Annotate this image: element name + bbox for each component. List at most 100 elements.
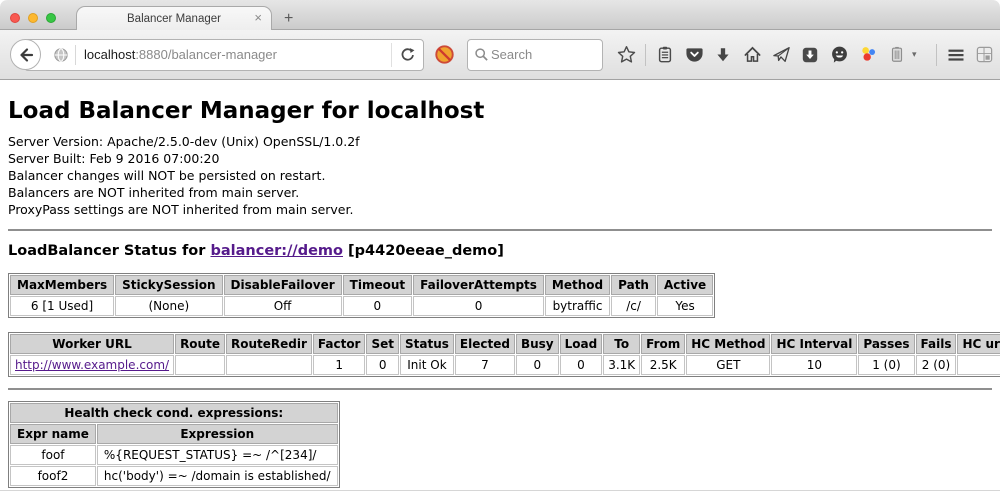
persist-notice-line: Balancer changes will NOT be persisted o…	[8, 167, 992, 184]
color-dots-addon-button[interactable]	[858, 45, 878, 65]
col-disablefailover: DisableFailover	[224, 275, 342, 295]
chat-smiley-icon	[830, 45, 849, 64]
status-heading-suffix: [p4420eeae_demo]	[348, 243, 504, 259]
col-stickysession: StickySession	[115, 275, 222, 295]
stickysession-value: (None)	[115, 296, 222, 316]
urlbar-separator	[75, 45, 76, 65]
busy-value: 0	[516, 355, 559, 375]
expr-name-value: foof2	[10, 466, 96, 486]
worker-url-link[interactable]: http://www.example.com/	[15, 358, 169, 372]
hc-interval-value: 10	[771, 355, 857, 375]
expression-value: %{REQUEST_STATUS} =~ /^[234]/	[97, 445, 338, 465]
status-heading-prefix: LoadBalancer Status for	[8, 243, 205, 259]
reload-button[interactable]	[391, 43, 423, 67]
divider	[8, 229, 992, 231]
tab-balancer-manager[interactable]: Balancer Manager ×	[76, 6, 272, 30]
method-value: bytraffic	[545, 296, 610, 316]
status-value: Init Ok	[400, 355, 454, 375]
disablefailover-value: Off	[224, 296, 342, 316]
tab-close-icon[interactable]: ×	[254, 10, 262, 25]
col-load: Load	[560, 334, 603, 354]
table-row: http://www.example.com/ 1 0 Init Ok 7 0 …	[10, 355, 1000, 375]
tab-groups-button[interactable]	[975, 45, 995, 65]
new-tab-button[interactable]: +	[284, 11, 293, 27]
hc-method-value: GET	[686, 355, 770, 375]
toolbar-separator	[936, 44, 937, 66]
reading-list-button[interactable]	[655, 45, 675, 65]
send-button[interactable]	[771, 45, 791, 65]
search-input[interactable]	[489, 46, 589, 63]
navigation-toolbar: localhost:8880/balancer-manager	[0, 30, 1000, 80]
hc-uri-value	[957, 355, 1000, 375]
pocket-icon	[685, 45, 704, 64]
minimize-window-button[interactable]	[28, 13, 38, 23]
col-path: Path	[611, 275, 656, 295]
proxypass-notice-line: ProxyPass settings are NOT inherited fro…	[8, 201, 992, 218]
col-failoverattempts: FailoverAttempts	[413, 275, 544, 295]
table-header-row: MaxMembers StickySession DisableFailover…	[10, 275, 713, 295]
downloads-icon	[714, 46, 732, 64]
fails-value: 2 (0)	[916, 355, 957, 375]
chat-addon-button[interactable]	[829, 45, 849, 65]
url-path: :8880/balancer-manager	[135, 47, 277, 62]
failoverattempts-value: 0	[413, 296, 544, 316]
set-value: 0	[366, 355, 399, 375]
balancer-status-heading: LoadBalancer Status for balancer://demo …	[8, 243, 992, 259]
col-passes: Passes	[858, 334, 914, 354]
url-text[interactable]: localhost:8880/balancer-manager	[84, 47, 391, 62]
pocket-button[interactable]	[684, 45, 704, 65]
server-version-line: Server Version: Apache/2.5.0-dev (Unix) …	[8, 133, 992, 150]
close-window-button[interactable]	[10, 13, 20, 23]
bookmark-star-button[interactable]	[616, 45, 636, 65]
col-timeout: Timeout	[343, 275, 412, 295]
col-maxmembers: MaxMembers	[10, 275, 114, 295]
toolbar-separator	[645, 44, 646, 66]
load-value: 0	[560, 355, 603, 375]
table-row: foof2 hc('body') =~ /domain is establish…	[10, 466, 338, 486]
col-hc-method: HC Method	[686, 334, 770, 354]
downloads-button[interactable]	[713, 45, 733, 65]
color-dots-icon	[859, 45, 878, 64]
search-field[interactable]	[467, 39, 603, 71]
clipper-addon-button[interactable]	[887, 45, 907, 65]
timeout-value: 0	[343, 296, 412, 316]
bookmark-star-icon	[617, 45, 636, 64]
menu-button[interactable]	[946, 45, 966, 65]
toolbar-icons: ▾	[616, 44, 995, 66]
col-routeredir: RouteRedir	[226, 334, 312, 354]
col-active: Active	[657, 275, 713, 295]
col-set: Set	[366, 334, 399, 354]
col-status: Status	[400, 334, 454, 354]
plugin-blocked-icon	[434, 44, 455, 65]
home-button[interactable]	[742, 45, 762, 65]
table-row: 6 [1 Used] (None) Off 0 0 bytraffic /c/ …	[10, 296, 713, 316]
to-value: 3.1K	[603, 355, 640, 375]
col-worker-url: Worker URL	[10, 334, 174, 354]
health-check-table: Health check cond. expressions: Expr nam…	[8, 401, 340, 488]
col-busy: Busy	[516, 334, 559, 354]
balancers-notice-line: Balancers are NOT inherited from main se…	[8, 184, 992, 201]
url-host: localhost	[84, 47, 135, 62]
url-bar[interactable]: localhost:8880/balancer-manager	[24, 39, 424, 71]
passes-value: 1 (0)	[858, 355, 914, 375]
chevron-down-icon[interactable]: ▾	[912, 49, 917, 60]
zoom-window-button[interactable]	[46, 13, 56, 23]
col-method: Method	[545, 275, 610, 295]
tab-title: Balancer Manager	[127, 13, 221, 25]
active-value: Yes	[657, 296, 713, 316]
server-built-line: Server Built: Feb 9 2016 07:00:20	[8, 150, 992, 167]
col-elected: Elected	[455, 334, 515, 354]
factor-value: 1	[313, 355, 366, 375]
from-value: 2.5K	[641, 355, 685, 375]
reading-list-icon	[656, 45, 674, 64]
home-icon	[743, 45, 762, 64]
back-arrow-icon	[18, 47, 34, 63]
globe-icon	[53, 47, 69, 63]
balancer-demo-link[interactable]: balancer://demo	[210, 243, 343, 259]
expression-value: hc('body') =~ /domain is established/	[97, 466, 338, 486]
hamburger-menu-icon	[946, 45, 966, 65]
back-button[interactable]	[10, 39, 41, 70]
plugin-blocked-button[interactable]	[434, 44, 455, 65]
download-manager-addon-button[interactable]	[800, 45, 820, 65]
col-route: Route	[175, 334, 225, 354]
